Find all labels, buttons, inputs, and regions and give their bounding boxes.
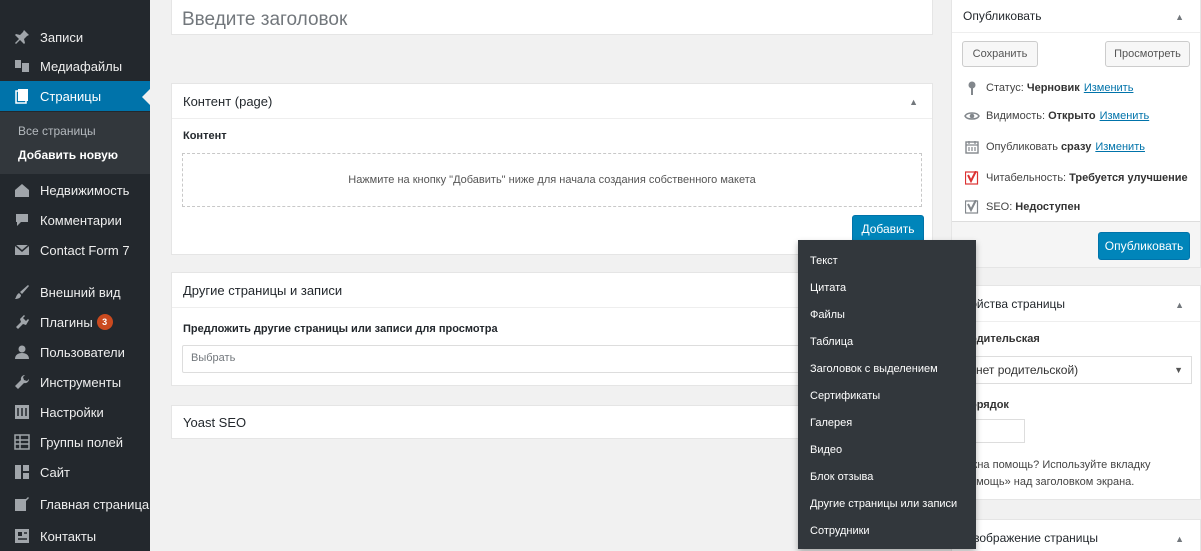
yoast-seo-icon	[964, 199, 980, 215]
divider	[172, 118, 932, 119]
sidebar-item-home-page[interactable]: Главная страница	[0, 489, 150, 519]
visibility-value: Открыто	[1048, 110, 1096, 122]
sidebar-item-plugins[interactable]: Плагины 3	[0, 307, 150, 337]
plugin-update-badge: 3	[96, 314, 113, 330]
menu-item-other-pages[interactable]: Другие страницы или записи	[810, 498, 957, 510]
pin-icon	[964, 80, 980, 96]
sidebar-item-tools[interactable]: Инструменты	[0, 367, 150, 397]
help-text-line2: омощь» над заголовком экрана.	[970, 476, 1135, 488]
status-row: Статус: Черновик Изменить	[964, 80, 1133, 96]
menu-item-staff[interactable]: Сотрудники	[810, 525, 870, 537]
comment-icon	[12, 210, 32, 230]
publish-metabox: Опубликовать ▲ Сохранить Просмотреть Ста…	[951, 0, 1201, 268]
sidebar-item-users[interactable]: Пользователи	[0, 337, 150, 367]
page-attributes-metabox: войства страницы ▲ одительская нет родит…	[951, 285, 1201, 500]
settings-icon	[12, 402, 32, 422]
publish-button[interactable]: Опубликовать	[1098, 232, 1190, 260]
content-field-label: Контент	[183, 130, 227, 142]
schedule-row: Опубликовать сразу Изменить	[964, 139, 1145, 155]
preview-button[interactable]: Просмотреть	[1105, 41, 1190, 67]
sidebar-item-media[interactable]: Медиафайлы	[0, 51, 150, 81]
mail-icon	[12, 240, 32, 260]
sidebar-item-comments[interactable]: Комментарии	[0, 205, 150, 235]
layout-icon	[12, 462, 32, 482]
add-layout-menu: Текст Цитата Файлы Таблица Заголовок с в…	[798, 240, 976, 549]
parent-label: одительская	[970, 333, 1040, 345]
menu-item-table[interactable]: Таблица	[810, 336, 853, 348]
menu-item-video[interactable]: Видео	[810, 444, 842, 456]
menu-item-certificates[interactable]: Сертификаты	[810, 390, 880, 402]
admin-sidebar: Записи Медиафайлы Страницы Все страницы …	[0, 0, 150, 551]
wrench-icon	[12, 372, 32, 392]
schedule-value: сразу	[1060, 141, 1092, 153]
sidebar-item-settings[interactable]: Настройки	[0, 397, 150, 427]
eye-icon	[964, 108, 980, 124]
submenu-add-new[interactable]: Добавить новую	[18, 148, 118, 162]
status-value: Черновик	[1026, 82, 1080, 94]
pages-submenu: Все страницы Добавить новую	[0, 112, 150, 174]
media-icon	[12, 56, 32, 76]
parent-page-select[interactable]: нет родительской) ▼	[957, 356, 1192, 384]
sidebar-item-realty[interactable]: Недвижимость	[0, 175, 150, 205]
publish-actions: Опубликовать	[952, 221, 1200, 267]
content-metabox: Контент (page) ▲ Контент Нажмите на кноп…	[171, 83, 933, 255]
edit-icon	[12, 494, 32, 514]
menu-item-files[interactable]: Файлы	[810, 309, 845, 321]
seo-value: Недоступен	[1015, 201, 1081, 213]
divider	[952, 32, 1200, 33]
collapse-arrow-icon[interactable]: ▲	[1175, 300, 1184, 310]
sidebar-item-posts[interactable]: Записи	[0, 22, 150, 52]
collapse-arrow-icon[interactable]: ▲	[1175, 12, 1184, 22]
visibility-row: Видимость: Открыто Изменить	[964, 108, 1149, 124]
readability-value: Требуется улучшение	[1069, 172, 1188, 184]
menu-item-gallery[interactable]: Галерея	[810, 417, 852, 429]
content-metabox-title[interactable]: Контент (page)	[183, 94, 272, 109]
user-icon	[12, 342, 32, 362]
related-field-label: Предложить другие страницы или записи дл…	[183, 323, 498, 335]
sidebar-item-contacts[interactable]: Контакты	[0, 521, 150, 551]
sidebar-item-field-groups[interactable]: Группы полей	[0, 427, 150, 457]
menu-item-highlight-heading[interactable]: Заголовок с выделением	[810, 363, 938, 375]
help-text-line1: жна помощь? Используйте вкладку	[970, 459, 1151, 471]
menu-item-quote[interactable]: Цитата	[810, 282, 846, 294]
sidebar-item-contact-form[interactable]: Contact Form 7	[0, 235, 150, 265]
related-metabox-title[interactable]: Другие страницы и записи	[183, 283, 342, 298]
empty-layout-hint: Нажмите на кнопку "Добавить" ниже для на…	[348, 174, 756, 186]
attributes-metabox-title[interactable]: войства страницы	[964, 297, 1065, 311]
featured-image-metabox: зображение страницы ▲	[951, 519, 1201, 551]
collapse-arrow-icon[interactable]: ▲	[909, 97, 918, 107]
edit-schedule-link[interactable]: Изменить	[1095, 141, 1145, 153]
divider	[952, 321, 1200, 322]
collapse-arrow-icon[interactable]: ▲	[1175, 534, 1184, 544]
layout-builder-area: Нажмите на кнопку "Добавить" ниже для на…	[182, 153, 922, 207]
edit-status-link[interactable]: Изменить	[1084, 82, 1134, 94]
contacts-icon	[12, 526, 32, 546]
sidebar-item-appearance[interactable]: Внешний вид	[0, 277, 150, 307]
sidebar-item-pages[interactable]: Страницы	[0, 81, 150, 111]
readability-row: Читабельность: Требуется улучшение	[964, 170, 1188, 186]
post-title-input[interactable]: Введите заголовок	[171, 0, 933, 35]
submenu-all-pages[interactable]: Все страницы	[18, 124, 96, 138]
sidebar-item-site[interactable]: Сайт	[0, 457, 150, 487]
seo-row: SEO: Недоступен	[964, 199, 1080, 215]
yoast-readability-icon	[964, 170, 980, 186]
brush-icon	[12, 282, 32, 302]
building-icon	[12, 180, 32, 200]
calendar-icon	[964, 139, 980, 155]
featured-metabox-title[interactable]: зображение страницы	[974, 531, 1098, 545]
menu-item-testimonial[interactable]: Блок отзыва	[810, 471, 873, 483]
yoast-metabox-title[interactable]: Yoast SEO	[183, 415, 246, 430]
chevron-down-icon: ▼	[1174, 365, 1183, 375]
save-draft-button[interactable]: Сохранить	[962, 41, 1038, 67]
edit-visibility-link[interactable]: Изменить	[1100, 110, 1150, 122]
pin-icon	[12, 27, 32, 47]
fields-icon	[12, 432, 32, 452]
title-placeholder: Введите заголовок	[182, 9, 348, 30]
add-layout-button[interactable]: Добавить	[852, 215, 924, 242]
pages-icon	[12, 86, 32, 106]
publish-metabox-title[interactable]: Опубликовать	[963, 9, 1041, 23]
menu-item-text[interactable]: Текст	[810, 255, 838, 267]
plugin-icon	[12, 312, 32, 332]
